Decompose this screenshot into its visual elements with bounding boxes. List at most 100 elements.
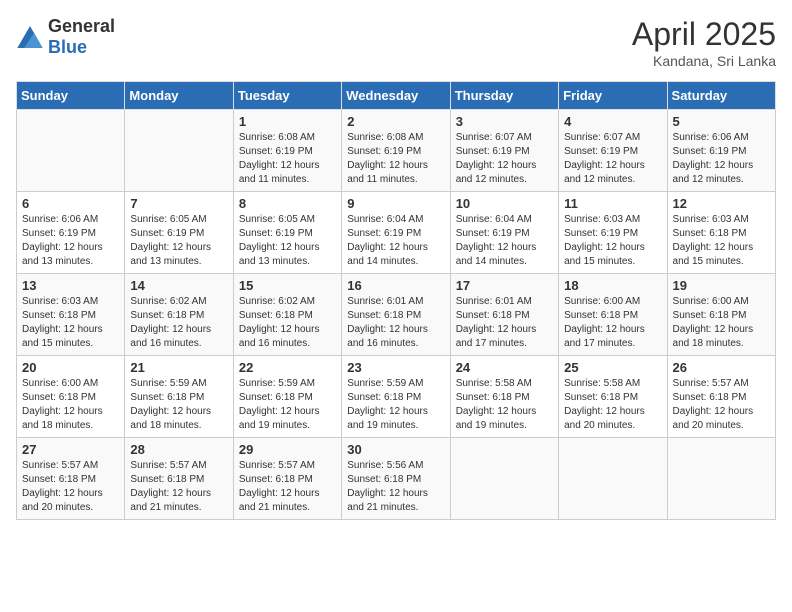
- calendar-cell: [667, 438, 775, 520]
- day-info: Sunrise: 6:03 AM Sunset: 6:18 PM Dayligh…: [673, 213, 770, 269]
- title-area: April 2025 Kandana, Sri Lanka: [632, 16, 776, 69]
- day-number: 5: [673, 114, 770, 129]
- day-number: 18: [564, 278, 661, 293]
- calendar-week-2: 6 Sunrise: 6:06 AM Sunset: 6:19 PM Daylig…: [17, 192, 776, 274]
- logo-general-text: General: [48, 16, 115, 36]
- day-number: 14: [130, 278, 227, 293]
- day-info: Sunrise: 6:06 AM Sunset: 6:19 PM Dayligh…: [673, 131, 770, 187]
- calendar-cell: 21Sunrise: 5:59 AM Sunset: 6:18 PM Dayli…: [125, 356, 233, 438]
- day-number: 15: [239, 278, 336, 293]
- calendar-cell: 20 Sunrise: 6:00 AM Sunset: 6:18 PM Dayli…: [17, 356, 125, 438]
- day-info: Sunrise: 6:04 AM Sunset: 6:19 PM Dayligh…: [456, 213, 553, 269]
- day-info: Sunrise: 5:58 AM Sunset: 6:18 PM Dayligh…: [564, 377, 661, 433]
- day-number: 27: [22, 442, 119, 457]
- calendar-cell: 27 Sunrise: 5:57 AM Sunset: 6:18 PM Dayli…: [17, 438, 125, 520]
- day-info: Sunrise: 5:57 AM Sunset: 6:18 PM Dayligh…: [673, 377, 770, 433]
- day-info: Sunrise: 6:07 AM Sunset: 6:19 PM Dayligh…: [564, 131, 661, 187]
- day-info: Sunrise: 6:03 AM Sunset: 6:19 PM Dayligh…: [564, 213, 661, 269]
- day-number: 1: [239, 114, 336, 129]
- day-header-friday: Friday: [559, 82, 667, 110]
- logo-blue-text: Blue: [48, 37, 87, 57]
- calendar-week-5: 27 Sunrise: 5:57 AM Sunset: 6:18 PM Dayli…: [17, 438, 776, 520]
- day-header-row: SundayMondayTuesdayWednesdayThursdayFrid…: [17, 82, 776, 110]
- day-number: 16: [347, 278, 444, 293]
- day-number: 13: [22, 278, 119, 293]
- day-number: 29: [239, 442, 336, 457]
- day-info: Sunrise: 6:08 AM Sunset: 6:19 PM Dayligh…: [239, 131, 336, 187]
- calendar-cell: 7 Sunrise: 6:05 AM Sunset: 6:19 PM Daylig…: [125, 192, 233, 274]
- calendar-week-4: 20 Sunrise: 6:00 AM Sunset: 6:18 PM Dayli…: [17, 356, 776, 438]
- calendar-cell: 9 Sunrise: 6:04 AM Sunset: 6:19 PM Daylig…: [342, 192, 450, 274]
- day-info: Sunrise: 5:57 AM Sunset: 6:18 PM Dayligh…: [22, 459, 119, 515]
- day-info: Sunrise: 5:58 AM Sunset: 6:18 PM Dayligh…: [456, 377, 553, 433]
- day-info: Sunrise: 5:57 AM Sunset: 6:18 PM Dayligh…: [239, 459, 336, 515]
- calendar-cell: 3 Sunrise: 6:07 AM Sunset: 6:19 PM Daylig…: [450, 110, 558, 192]
- day-number: 28: [130, 442, 227, 457]
- logo-icon: [16, 26, 44, 48]
- day-number: 7: [130, 196, 227, 211]
- day-info: Sunrise: 6:05 AM Sunset: 6:19 PM Dayligh…: [239, 213, 336, 269]
- calendar-cell: 13 Sunrise: 6:03 AM Sunset: 6:18 PM Dayli…: [17, 274, 125, 356]
- day-info: Sunrise: 6:02 AM Sunset: 6:18 PM Dayligh…: [239, 295, 336, 351]
- calendar-cell: 10Sunrise: 6:04 AM Sunset: 6:19 PM Dayli…: [450, 192, 558, 274]
- calendar-cell: 16Sunrise: 6:01 AM Sunset: 6:18 PM Dayli…: [342, 274, 450, 356]
- calendar-cell: 1 Sunrise: 6:08 AM Sunset: 6:19 PM Daylig…: [233, 110, 341, 192]
- day-info: Sunrise: 6:05 AM Sunset: 6:19 PM Dayligh…: [130, 213, 227, 269]
- day-header-wednesday: Wednesday: [342, 82, 450, 110]
- day-info: Sunrise: 5:57 AM Sunset: 6:18 PM Dayligh…: [130, 459, 227, 515]
- day-header-thursday: Thursday: [450, 82, 558, 110]
- calendar-cell: 14 Sunrise: 6:02 AM Sunset: 6:18 PM Dayli…: [125, 274, 233, 356]
- calendar-table: SundayMondayTuesdayWednesdayThursdayFrid…: [16, 81, 776, 520]
- calendar-week-1: 1 Sunrise: 6:08 AM Sunset: 6:19 PM Daylig…: [17, 110, 776, 192]
- day-number: 4: [564, 114, 661, 129]
- calendar-cell: 25 Sunrise: 5:58 AM Sunset: 6:18 PM Dayli…: [559, 356, 667, 438]
- day-number: 26: [673, 360, 770, 375]
- header: General Blue April 2025 Kandana, Sri Lan…: [16, 16, 776, 69]
- day-info: Sunrise: 5:59 AM Sunset: 6:18 PM Dayligh…: [347, 377, 444, 433]
- day-info: Sunrise: 6:07 AM Sunset: 6:19 PM Dayligh…: [456, 131, 553, 187]
- day-number: 11: [564, 196, 661, 211]
- calendar-cell: 26 Sunrise: 5:57 AM Sunset: 6:18 PM Dayli…: [667, 356, 775, 438]
- calendar-cell: 8 Sunrise: 6:05 AM Sunset: 6:19 PM Daylig…: [233, 192, 341, 274]
- day-number: 12: [673, 196, 770, 211]
- day-info: Sunrise: 6:00 AM Sunset: 6:18 PM Dayligh…: [564, 295, 661, 351]
- day-number: 20: [22, 360, 119, 375]
- calendar-cell: 15 Sunrise: 6:02 AM Sunset: 6:18 PM Dayli…: [233, 274, 341, 356]
- calendar-cell: 28 Sunrise: 5:57 AM Sunset: 6:18 PM Dayli…: [125, 438, 233, 520]
- day-number: 9: [347, 196, 444, 211]
- calendar-cell: 12 Sunrise: 6:03 AM Sunset: 6:18 PM Dayli…: [667, 192, 775, 274]
- calendar-week-3: 13 Sunrise: 6:03 AM Sunset: 6:18 PM Dayli…: [17, 274, 776, 356]
- calendar-cell: 18 Sunrise: 6:00 AM Sunset: 6:18 PM Dayli…: [559, 274, 667, 356]
- day-info: Sunrise: 6:06 AM Sunset: 6:19 PM Dayligh…: [22, 213, 119, 269]
- calendar-cell: 2Sunrise: 6:08 AM Sunset: 6:19 PM Daylig…: [342, 110, 450, 192]
- day-number: 8: [239, 196, 336, 211]
- day-info: Sunrise: 6:01 AM Sunset: 6:18 PM Dayligh…: [456, 295, 553, 351]
- calendar-title: April 2025: [632, 16, 776, 53]
- day-info: Sunrise: 6:00 AM Sunset: 6:18 PM Dayligh…: [673, 295, 770, 351]
- calendar-cell: 22Sunrise: 5:59 AM Sunset: 6:18 PM Dayli…: [233, 356, 341, 438]
- day-header-saturday: Saturday: [667, 82, 775, 110]
- calendar-cell: 11 Sunrise: 6:03 AM Sunset: 6:19 PM Dayli…: [559, 192, 667, 274]
- calendar-cell: 30Sunrise: 5:56 AM Sunset: 6:18 PM Dayli…: [342, 438, 450, 520]
- day-info: Sunrise: 6:00 AM Sunset: 6:18 PM Dayligh…: [22, 377, 119, 433]
- calendar-cell: 19 Sunrise: 6:00 AM Sunset: 6:18 PM Dayli…: [667, 274, 775, 356]
- calendar-cell: [450, 438, 558, 520]
- day-number: 21: [130, 360, 227, 375]
- day-number: 6: [22, 196, 119, 211]
- day-header-tuesday: Tuesday: [233, 82, 341, 110]
- day-number: 25: [564, 360, 661, 375]
- day-info: Sunrise: 6:08 AM Sunset: 6:19 PM Dayligh…: [347, 131, 444, 187]
- day-number: 19: [673, 278, 770, 293]
- day-number: 17: [456, 278, 553, 293]
- day-number: 3: [456, 114, 553, 129]
- calendar-cell: 6 Sunrise: 6:06 AM Sunset: 6:19 PM Daylig…: [17, 192, 125, 274]
- day-number: 24: [456, 360, 553, 375]
- calendar-cell: 23Sunrise: 5:59 AM Sunset: 6:18 PM Dayli…: [342, 356, 450, 438]
- day-header-sunday: Sunday: [17, 82, 125, 110]
- calendar-cell: [559, 438, 667, 520]
- day-info: Sunrise: 6:04 AM Sunset: 6:19 PM Dayligh…: [347, 213, 444, 269]
- day-info: Sunrise: 5:56 AM Sunset: 6:18 PM Dayligh…: [347, 459, 444, 515]
- day-number: 22: [239, 360, 336, 375]
- day-info: Sunrise: 6:02 AM Sunset: 6:18 PM Dayligh…: [130, 295, 227, 351]
- day-info: Sunrise: 6:03 AM Sunset: 6:18 PM Dayligh…: [22, 295, 119, 351]
